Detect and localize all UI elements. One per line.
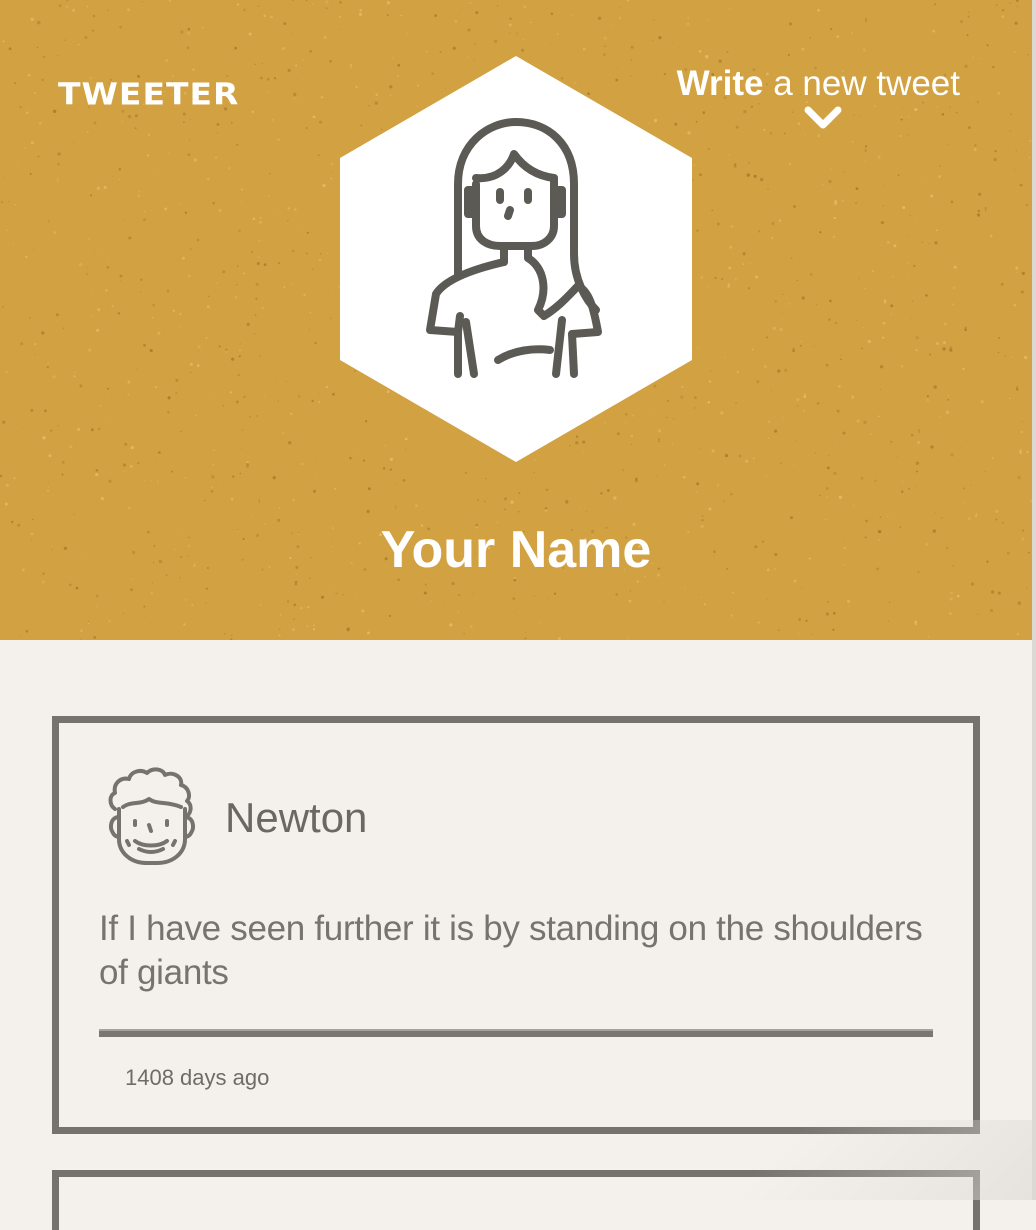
scrollbar-track[interactable]: [1032, 0, 1036, 1200]
write-new-tweet-toggle[interactable]: Write a new tweet: [677, 62, 960, 106]
profile-header: TWEETER Write a new tweet Your Name: [0, 0, 1032, 640]
user-male-curly-icon: [108, 767, 195, 865]
tweet-card: Newton If I have seen further it is by s…: [52, 716, 980, 1134]
tweet-divider: [99, 1029, 933, 1037]
profile-name: Your Name: [380, 521, 652, 579]
tweet-author: Newton: [225, 794, 368, 841]
chevron-down-icon[interactable]: [804, 104, 842, 132]
compose-rest-label: a new tweet: [763, 64, 960, 103]
tweet-timestamp: 1408 days ago: [125, 1065, 270, 1090]
tweet-card: [52, 1170, 980, 1230]
user-female-icon: [340, 56, 692, 462]
tweet-content: If I have seen further it is by standing…: [99, 909, 923, 992]
brand-logo[interactable]: TWEETER: [58, 76, 239, 113]
